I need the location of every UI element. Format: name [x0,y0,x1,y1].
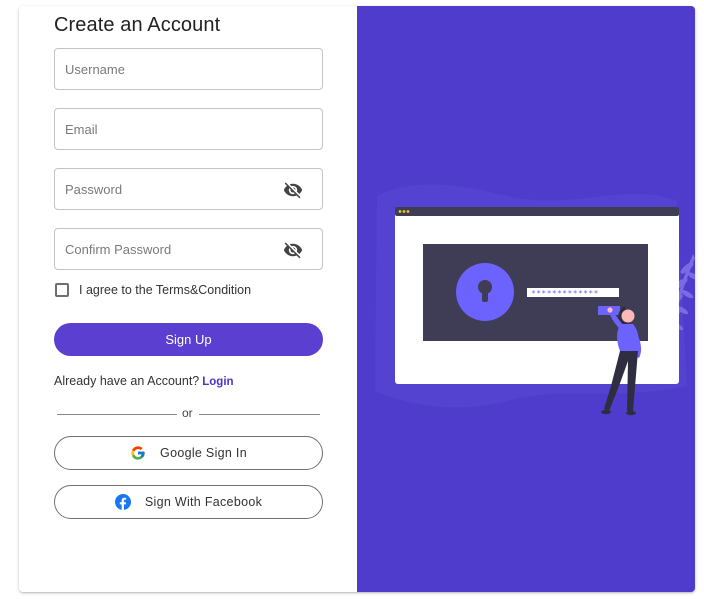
facebook-signin-button[interactable]: Sign With Facebook [54,485,323,519]
password-mask: ************* [531,289,599,298]
divider-line-right [199,414,320,415]
login-link[interactable]: Login [202,376,233,388]
facebook-signin-label: Sign With Facebook [144,495,263,509]
login-prompt: Already have an Account? Login [54,374,234,388]
page-title: Create an Account [54,14,221,36]
eye-off-icon[interactable] [283,240,303,260]
signup-card: Create an Account I agree to the Terms&C… [19,6,695,592]
eye-off-icon[interactable] [283,180,303,200]
google-icon [131,446,145,460]
confirm-password-input[interactable] [55,229,322,269]
terms-label: I agree to the Terms&Condition [79,283,252,297]
illustration-panel: ************* [357,6,695,592]
login-illustration: ************* [375,184,695,416]
username-field[interactable] [54,48,323,90]
username-input[interactable] [55,49,322,89]
terms-checkbox[interactable] [55,283,69,297]
signup-button[interactable]: Sign Up [54,323,323,356]
terms-row: I agree to the Terms&Condition [55,283,251,297]
form-panel: Create an Account I agree to the Terms&C… [19,6,357,592]
already-text: Already have an Account? [54,374,200,388]
confirm-password-field[interactable] [54,228,323,270]
password-field[interactable] [54,168,323,210]
divider-line-left [57,414,177,415]
email-field[interactable] [54,108,323,150]
google-signin-button[interactable]: Google Sign In [54,436,323,470]
facebook-icon [114,494,131,510]
or-text: or [182,406,193,420]
email-input[interactable] [55,109,322,149]
password-input[interactable] [55,169,322,209]
or-divider: or [57,406,320,421]
google-signin-label: Google Sign In [160,446,247,460]
